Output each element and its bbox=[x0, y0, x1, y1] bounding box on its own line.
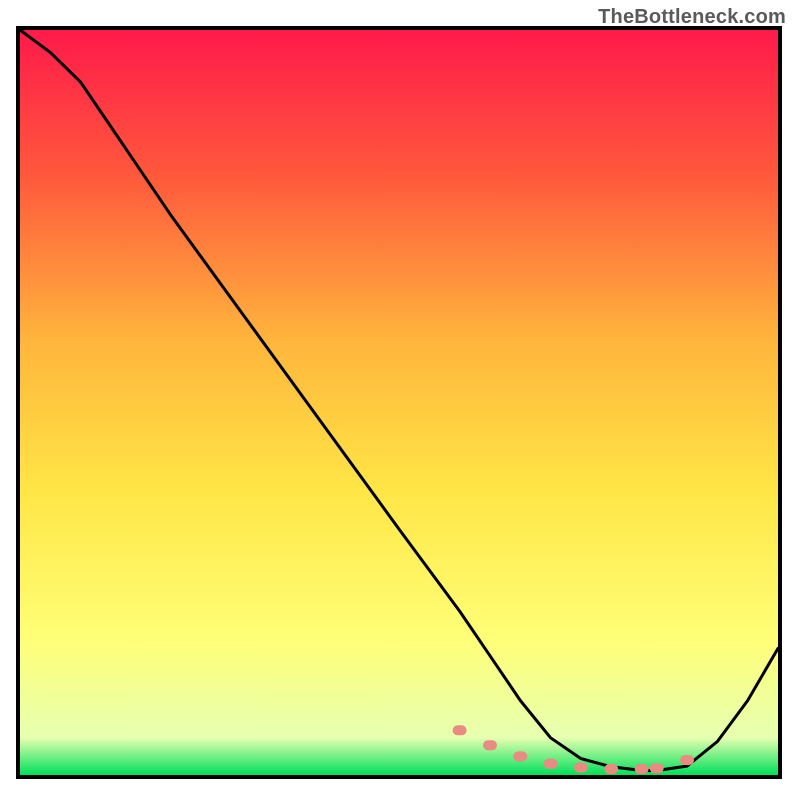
curve-marker bbox=[544, 759, 558, 769]
curve-marker bbox=[483, 740, 497, 750]
gradient-background bbox=[20, 30, 778, 775]
bottleneck-chart bbox=[0, 0, 800, 800]
curve-marker bbox=[453, 725, 467, 735]
curve-marker bbox=[635, 764, 649, 774]
curve-marker bbox=[513, 751, 527, 761]
curve-marker bbox=[680, 755, 694, 765]
curve-marker bbox=[604, 764, 618, 774]
watermark-text: TheBottleneck.com bbox=[598, 6, 786, 29]
curve-marker bbox=[650, 763, 664, 773]
curve-marker bbox=[574, 763, 588, 773]
